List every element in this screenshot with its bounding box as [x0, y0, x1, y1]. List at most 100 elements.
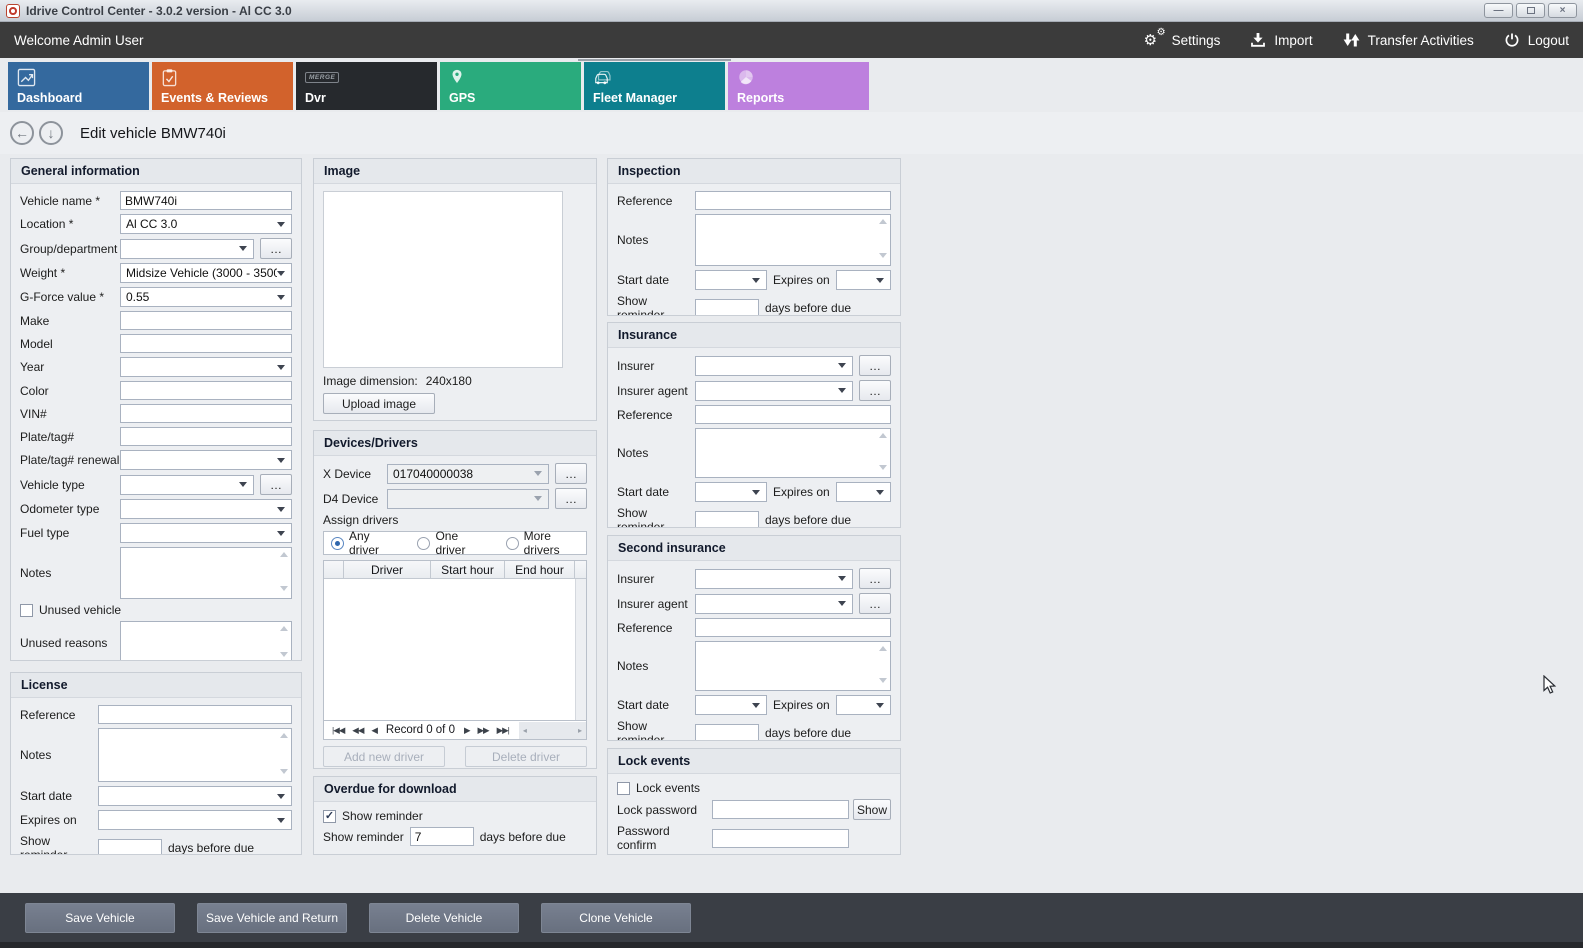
nav-prev-icon[interactable]: ◀	[367, 725, 381, 736]
inspection-reminder-input[interactable]	[695, 299, 759, 317]
tile-gps[interactable]: GPS	[440, 62, 581, 110]
inspection-start-date-select[interactable]	[695, 270, 767, 290]
tile-events-reviews[interactable]: Events & Reviews	[152, 62, 293, 110]
maximize-button[interactable]	[1516, 3, 1545, 18]
tile-dashboard[interactable]: Dashboard	[8, 62, 149, 110]
tile-fleet-manager[interactable]: Fleet Manager	[584, 62, 725, 110]
license-expires-on-select[interactable]	[98, 810, 292, 830]
plate-tag-input[interactable]	[120, 427, 292, 446]
password-confirm-input[interactable]	[712, 829, 849, 848]
vehicle-name-input[interactable]	[120, 191, 292, 210]
insurance-notes-textarea[interactable]	[695, 428, 891, 478]
fuel-type-select[interactable]	[120, 523, 292, 543]
add-new-driver-button[interactable]: Add new driver	[323, 746, 445, 767]
radio-one-driver[interactable]: One driver	[417, 529, 481, 557]
plate-renewal-select[interactable]	[120, 450, 292, 470]
dropdown-arrow-icon	[838, 601, 846, 606]
inspection-expires-on-select[interactable]	[836, 270, 891, 290]
insurance-reference-input[interactable]	[695, 405, 891, 424]
days-before-due-label: days before due	[168, 841, 254, 855]
save-vehicle-button[interactable]: Save Vehicle	[25, 903, 175, 933]
license-notes-textarea[interactable]	[98, 728, 292, 782]
color-label: Color	[20, 384, 120, 398]
vehicle-type-select[interactable]	[120, 475, 254, 495]
upload-image-button[interactable]: Upload image	[323, 393, 435, 414]
second-insurer-select[interactable]	[695, 569, 853, 589]
column-header-driver[interactable]: Driver	[344, 561, 431, 579]
second-insurance-notes-textarea[interactable]	[695, 641, 891, 691]
insurer-browse-button[interactable]: …	[859, 355, 891, 376]
show-password-button[interactable]: Show	[853, 799, 891, 820]
lock-password-input[interactable]	[712, 800, 849, 819]
radio-any-driver[interactable]: Any driver	[331, 529, 393, 557]
scroll-left-icon[interactable]: ◂	[523, 726, 527, 735]
group-department-select[interactable]	[120, 239, 254, 259]
unused-reasons-textarea[interactable]	[120, 621, 292, 661]
settings-button[interactable]: ⚙ ⚙ Settings	[1144, 31, 1221, 49]
location-select[interactable]: Al CC 3.0	[120, 214, 292, 234]
x-device-select[interactable]: 017040000038	[387, 464, 549, 484]
d4-device-select[interactable]	[387, 489, 549, 509]
odometer-type-select[interactable]	[120, 499, 292, 519]
nav-next-page-icon[interactable]: ▶▶	[474, 725, 493, 736]
column-header-start-hour[interactable]: Start hour	[431, 561, 505, 579]
vertical-scrollbar[interactable]	[575, 579, 586, 720]
horizontal-scrollbar[interactable]: ◂ ▸	[519, 722, 586, 739]
unused-vehicle-checkbox[interactable]	[20, 604, 33, 617]
color-input[interactable]	[120, 381, 292, 400]
make-input[interactable]	[120, 311, 292, 330]
second-insurance-reference-input[interactable]	[695, 618, 891, 637]
insurance-start-date-select[interactable]	[695, 482, 767, 502]
license-reference-input[interactable]	[98, 705, 292, 724]
x-device-browse-button[interactable]: …	[555, 463, 587, 484]
radio-more-drivers[interactable]: More drivers	[506, 529, 579, 557]
lock-events-checkbox[interactable]	[617, 782, 630, 795]
vehicle-type-browse-button[interactable]: …	[260, 474, 292, 495]
general-notes-textarea[interactable]	[120, 547, 292, 599]
year-select[interactable]	[120, 357, 292, 377]
insurance-expires-on-select[interactable]	[836, 482, 891, 502]
minimize-button[interactable]: —	[1484, 3, 1513, 18]
save-vehicle-and-return-button[interactable]: Save Vehicle and Return	[197, 903, 347, 933]
overdue-reminder-input[interactable]	[410, 827, 474, 846]
group-browse-button[interactable]: …	[260, 238, 292, 259]
overdue-show-reminder-checkbox[interactable]: ✓	[323, 810, 336, 823]
close-button[interactable]: ×	[1548, 3, 1577, 18]
back-button[interactable]: ←	[10, 121, 34, 145]
clone-vehicle-button[interactable]: Clone Vehicle	[541, 903, 691, 933]
delete-vehicle-button[interactable]: Delete Vehicle	[369, 903, 519, 933]
second-insurance-expires-on-select[interactable]	[836, 695, 891, 715]
logout-button[interactable]: Logout	[1504, 32, 1569, 48]
delete-driver-button[interactable]: Delete driver	[465, 746, 587, 767]
insurer-agent-browse-button[interactable]: …	[859, 380, 891, 401]
weight-select[interactable]: Midsize Vehicle (3000 - 3500 p...	[120, 263, 292, 283]
inspection-reference-input[interactable]	[695, 191, 891, 210]
second-insurance-start-date-select[interactable]	[695, 695, 767, 715]
second-insurer-agent-select[interactable]	[695, 594, 853, 614]
column-header-end-hour[interactable]: End hour	[505, 561, 575, 579]
vin-input[interactable]	[120, 404, 292, 423]
license-reminder-input[interactable]	[98, 839, 162, 856]
tile-reports[interactable]: Reports	[728, 62, 869, 110]
license-start-date-select[interactable]	[98, 786, 292, 806]
second-insurer-agent-browse-button[interactable]: …	[859, 593, 891, 614]
gforce-select[interactable]: 0.55	[120, 287, 292, 307]
insurer-agent-select[interactable]	[695, 381, 853, 401]
second-insurance-reminder-input[interactable]	[695, 724, 759, 742]
nav-first-icon[interactable]: |◀◀	[328, 725, 348, 736]
dropdown-arrow-icon	[277, 295, 285, 300]
collapse-button[interactable]: ↓	[39, 121, 63, 145]
d4-device-browse-button[interactable]: …	[555, 488, 587, 509]
scroll-right-icon[interactable]: ▸	[578, 726, 582, 735]
nav-next-icon[interactable]: ▶	[460, 725, 474, 736]
insurer-select[interactable]	[695, 356, 853, 376]
insurance-reminder-input[interactable]	[695, 511, 759, 529]
nav-prev-page-icon[interactable]: ◀◀	[348, 725, 367, 736]
nav-last-icon[interactable]: ▶▶|	[493, 725, 513, 736]
transfer-activities-button[interactable]: Transfer Activities	[1343, 32, 1474, 48]
model-input[interactable]	[120, 334, 292, 353]
tile-dvr[interactable]: MERGE Dvr	[296, 62, 437, 110]
import-button[interactable]: Import	[1250, 32, 1312, 48]
inspection-notes-textarea[interactable]	[695, 214, 891, 266]
second-insurer-browse-button[interactable]: …	[859, 568, 891, 589]
